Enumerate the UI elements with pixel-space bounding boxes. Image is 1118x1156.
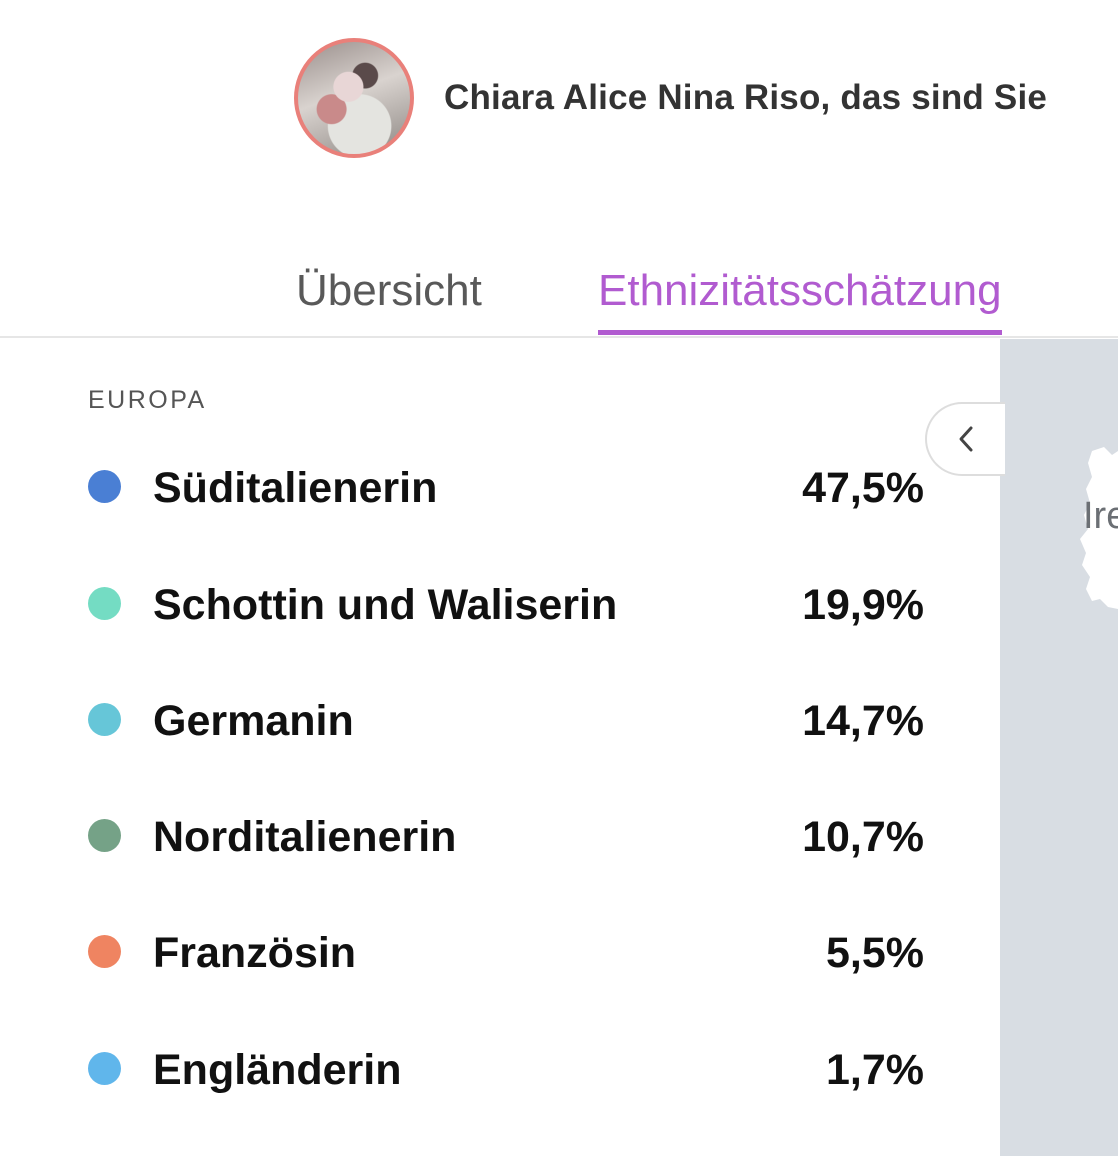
avatar[interactable] <box>294 38 414 158</box>
ethnicity-label: Norditalienerin <box>153 813 457 861</box>
profile-name: Chiara Alice Nina Riso, das sind Sie <box>444 78 1048 117</box>
ethnicity-label: Germanin <box>153 697 354 745</box>
ethnicity-label: Süditalienerin <box>153 464 438 512</box>
map-panel[interactable] <box>1000 339 1118 1156</box>
color-dot <box>88 587 121 620</box>
tab-ethnicity-estimate[interactable]: Ethnizitätsschätzung <box>598 266 1002 335</box>
ethnicity-percent: 1,7% <box>825 1046 924 1094</box>
color-dot <box>88 703 121 736</box>
ethnicity-percent: 19,9% <box>802 581 924 629</box>
ethnicity-label: Engländerin <box>153 1046 402 1094</box>
ethnicity-page: Chiara Alice Nina Riso, das sind Sie Übe… <box>0 0 1118 1156</box>
ethnicity-percent: 5,5% <box>825 929 924 977</box>
tab-overview[interactable]: Übersicht <box>296 266 482 330</box>
tab-bar: Übersicht Ethnizitätsschätzung <box>0 260 1118 338</box>
ethnicity-label: Französin <box>153 929 357 977</box>
ethnicity-percent: 47,5% <box>802 464 924 512</box>
list-item[interactable]: Norditalienerin 10,7% <box>88 807 924 867</box>
ethnicity-percent: 14,7% <box>802 697 924 745</box>
color-dot <box>88 819 121 852</box>
color-dot <box>88 935 121 968</box>
list-item[interactable]: Engländerin 1,7% <box>88 1040 924 1100</box>
list-item[interactable]: Französin 5,5% <box>88 923 924 983</box>
region-heading: EUROPA <box>88 386 207 414</box>
ethnicity-label: Schottin und Waliserin <box>153 581 618 629</box>
map-label-ireland: Ire <box>1083 495 1118 537</box>
profile-header: Chiara Alice Nina Riso, das sind Sie <box>294 38 1047 158</box>
list-item[interactable]: Germanin 14,7% <box>88 691 924 751</box>
color-dot <box>88 1052 121 1085</box>
list-item[interactable]: Süditalienerin 47,5% <box>88 458 924 518</box>
collapse-panel-button[interactable] <box>925 402 1005 476</box>
color-dot <box>88 470 121 503</box>
ethnicity-percent: 10,7% <box>802 813 924 861</box>
map-landmass <box>1080 447 1118 609</box>
chevron-left-icon <box>959 426 973 452</box>
list-item[interactable]: Schottin und Waliserin 19,9% <box>88 575 924 635</box>
